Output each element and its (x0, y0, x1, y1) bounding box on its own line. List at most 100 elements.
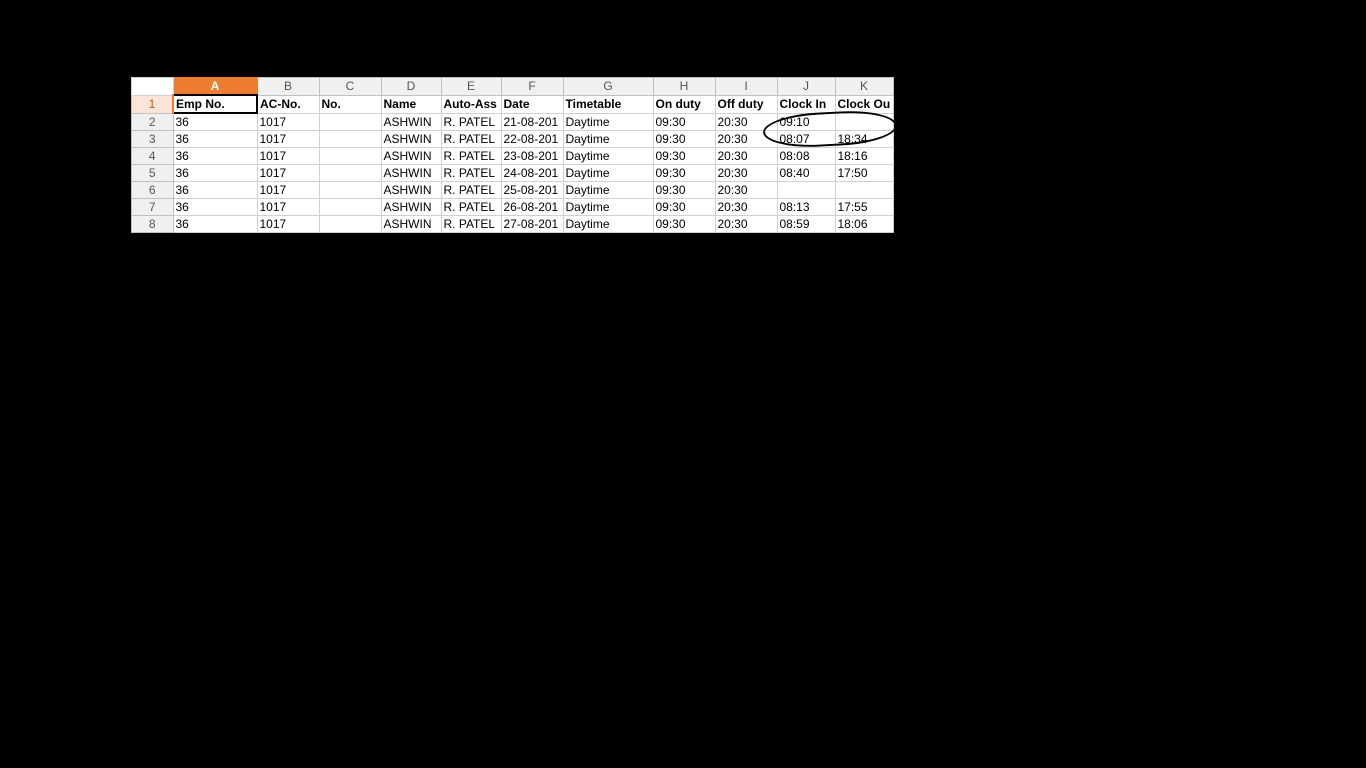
spreadsheet[interactable]: A B C D E F G H I J K 1 Emp No. AC-No. N… (131, 77, 894, 233)
cell[interactable]: 25-08-201 (501, 182, 563, 199)
cell[interactable]: Daytime (563, 216, 653, 233)
cell[interactable]: 08:13 (777, 199, 835, 216)
cell-A1[interactable]: Emp No. (173, 95, 257, 113)
cell[interactable] (319, 165, 381, 182)
cell[interactable]: 22-08-201 (501, 131, 563, 148)
cell-B1[interactable]: AC-No. (257, 95, 319, 113)
cell[interactable]: 09:30 (653, 182, 715, 199)
cell[interactable]: 20:30 (715, 131, 777, 148)
cell[interactable]: 36 (173, 165, 257, 182)
cell[interactable]: 1017 (257, 148, 319, 165)
cell[interactable]: 09:30 (653, 199, 715, 216)
cell[interactable]: Daytime (563, 113, 653, 131)
cell[interactable]: Daytime (563, 182, 653, 199)
cell[interactable]: 08:59 (777, 216, 835, 233)
cell-F1[interactable]: Date (501, 95, 563, 113)
cell[interactable] (835, 182, 893, 199)
cell[interactable]: 1017 (257, 131, 319, 148)
cell[interactable]: 20:30 (715, 182, 777, 199)
cell[interactable]: Daytime (563, 165, 653, 182)
col-header-B[interactable]: B (257, 78, 319, 96)
cell[interactable]: 08:07 (777, 131, 835, 148)
cell[interactable]: 1017 (257, 182, 319, 199)
cell-E1[interactable]: Auto-Ass (441, 95, 501, 113)
cell[interactable] (319, 131, 381, 148)
cell[interactable]: ASHWIN (381, 113, 441, 131)
cell[interactable]: 18:16 (835, 148, 893, 165)
col-header-A[interactable]: A (173, 78, 257, 96)
cell[interactable]: R. PATEL (441, 165, 501, 182)
cell[interactable]: ASHWIN (381, 216, 441, 233)
cell[interactable] (835, 113, 893, 131)
cell[interactable]: ASHWIN (381, 165, 441, 182)
cell[interactable]: ASHWIN (381, 182, 441, 199)
cell[interactable]: 36 (173, 131, 257, 148)
cell[interactable]: 09:30 (653, 165, 715, 182)
cell[interactable]: ASHWIN (381, 148, 441, 165)
grid-table[interactable]: A B C D E F G H I J K 1 Emp No. AC-No. N… (131, 77, 894, 233)
col-header-H[interactable]: H (653, 78, 715, 96)
cell[interactable]: 09:10 (777, 113, 835, 131)
cell[interactable]: 36 (173, 113, 257, 131)
row-header-4[interactable]: 4 (132, 148, 174, 165)
row-header-6[interactable]: 6 (132, 182, 174, 199)
cell[interactable]: 20:30 (715, 148, 777, 165)
cell[interactable]: 27-08-201 (501, 216, 563, 233)
cell[interactable]: 20:30 (715, 113, 777, 131)
cell[interactable]: 36 (173, 148, 257, 165)
col-header-J[interactable]: J (777, 78, 835, 96)
cell[interactable] (319, 182, 381, 199)
col-header-K[interactable]: K (835, 78, 893, 96)
cell[interactable]: 1017 (257, 216, 319, 233)
cell[interactable]: Daytime (563, 148, 653, 165)
cell[interactable]: R. PATEL (441, 182, 501, 199)
cell[interactable]: Daytime (563, 131, 653, 148)
cell[interactable]: 08:40 (777, 165, 835, 182)
cell[interactable]: 1017 (257, 199, 319, 216)
col-header-F[interactable]: F (501, 78, 563, 96)
cell[interactable]: R. PATEL (441, 199, 501, 216)
cell[interactable]: ASHWIN (381, 199, 441, 216)
cell[interactable]: 21-08-201 (501, 113, 563, 131)
cell[interactable] (319, 216, 381, 233)
col-header-C[interactable]: C (319, 78, 381, 96)
cell-I1[interactable]: Off duty (715, 95, 777, 113)
cell[interactable]: 18:34 (835, 131, 893, 148)
cell[interactable]: R. PATEL (441, 148, 501, 165)
cell[interactable]: ASHWIN (381, 131, 441, 148)
cell[interactable] (319, 113, 381, 131)
cell[interactable] (319, 199, 381, 216)
cell-J1[interactable]: Clock In (777, 95, 835, 113)
cell[interactable]: R. PATEL (441, 131, 501, 148)
col-header-G[interactable]: G (563, 78, 653, 96)
select-all-corner[interactable] (132, 78, 174, 96)
cell[interactable]: 09:30 (653, 148, 715, 165)
cell[interactable]: 24-08-201 (501, 165, 563, 182)
cell[interactable]: 36 (173, 216, 257, 233)
row-header-5[interactable]: 5 (132, 165, 174, 182)
cell[interactable]: 09:30 (653, 216, 715, 233)
cell[interactable]: R. PATEL (441, 216, 501, 233)
cell[interactable]: 09:30 (653, 113, 715, 131)
col-header-D[interactable]: D (381, 78, 441, 96)
cell-K1[interactable]: Clock Ou (835, 95, 893, 113)
row-header-2[interactable]: 2 (132, 113, 174, 131)
cell-H1[interactable]: On duty (653, 95, 715, 113)
cell[interactable]: 17:55 (835, 199, 893, 216)
cell[interactable] (319, 148, 381, 165)
cell[interactable]: Daytime (563, 199, 653, 216)
cell[interactable] (777, 182, 835, 199)
cell[interactable]: 26-08-201 (501, 199, 563, 216)
cell[interactable]: 09:30 (653, 131, 715, 148)
cell-G1[interactable]: Timetable (563, 95, 653, 113)
cell[interactable]: 20:30 (715, 165, 777, 182)
cell[interactable]: 20:30 (715, 199, 777, 216)
cell[interactable]: R. PATEL (441, 113, 501, 131)
col-header-E[interactable]: E (441, 78, 501, 96)
cell[interactable]: 23-08-201 (501, 148, 563, 165)
row-header-3[interactable]: 3 (132, 131, 174, 148)
col-header-I[interactable]: I (715, 78, 777, 96)
cell[interactable]: 36 (173, 182, 257, 199)
cell[interactable]: 36 (173, 199, 257, 216)
cell[interactable]: 1017 (257, 165, 319, 182)
